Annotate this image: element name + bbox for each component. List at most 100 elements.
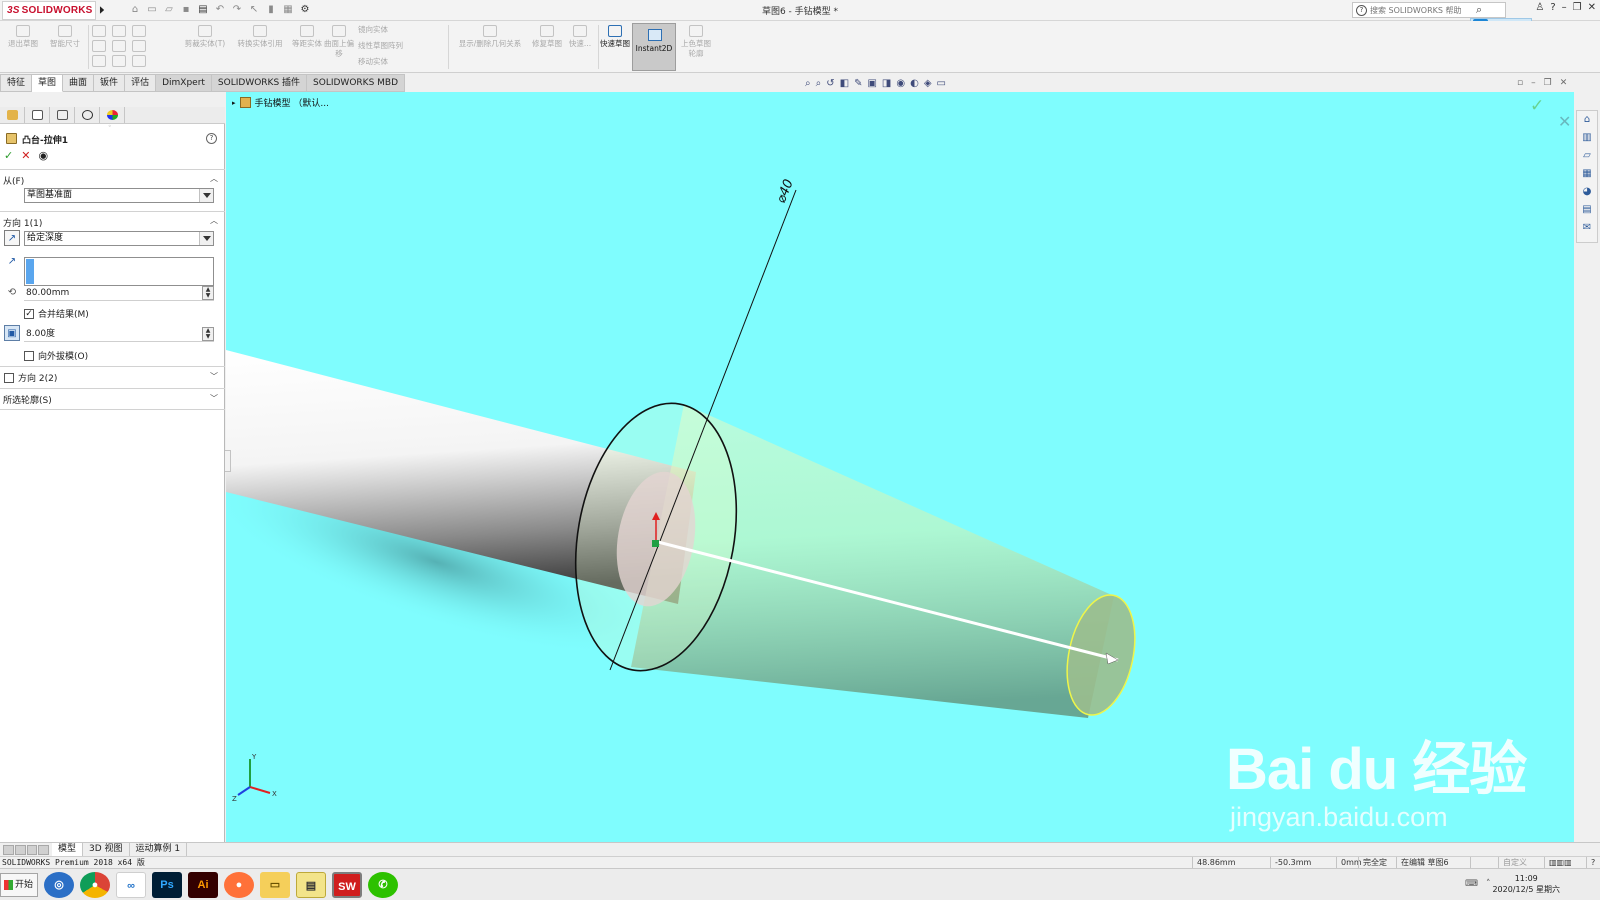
expand-arrow-icon[interactable]: ▸ <box>232 99 236 107</box>
tab-addins[interactable]: SOLIDWORKS 插件 <box>211 74 308 92</box>
quick-snaps-button[interactable]: 快速... <box>566 25 594 49</box>
smart-dimension-button[interactable]: 智能尺寸 <box>44 25 86 49</box>
print-icon[interactable]: ▤ <box>196 4 210 16</box>
previous-tab-icon[interactable] <box>14 845 26 855</box>
forum-icon[interactable]: ✉ <box>1577 219 1597 237</box>
unit-system-select[interactable]: 自定义 <box>1498 857 1542 868</box>
move-entities-button[interactable]: 移动实体 <box>358 57 438 67</box>
tab-features[interactable]: 特征 <box>0 74 33 92</box>
convert-entities-button[interactable]: 转换实体引用 <box>232 25 288 49</box>
design-library-icon[interactable]: ▥ <box>1577 129 1597 147</box>
offset-on-surface-button[interactable]: 曲面上偏移 <box>324 25 354 59</box>
tab-surfaces[interactable]: 曲面 <box>63 74 95 92</box>
shaded-sketch-contours-button[interactable]: 上色草图轮廓 <box>680 25 712 59</box>
help-search-box[interactable]: ? ⌕ <box>1352 2 1506 18</box>
mirror-entities-button[interactable]: 镜向实体 <box>358 25 438 35</box>
expand-chevron-icon[interactable]: ﹀ <box>210 373 218 381</box>
viewport-tile-icon[interactable]: ▫ <box>1517 78 1523 88</box>
reverse-direction-icon[interactable]: ↗ <box>4 230 20 246</box>
expand-chevron-icon[interactable]: ﹀ <box>210 395 218 403</box>
property-manager-tab[interactable] <box>25 107 50 123</box>
contours-group-header[interactable]: 所选轮廓(S) <box>3 393 52 406</box>
direction1-group-header[interactable]: 方向 1(1) <box>3 216 42 229</box>
rebuild-status-icon[interactable] <box>1470 857 1478 868</box>
tray-expand-icon[interactable]: ˄ <box>1486 879 1491 889</box>
keyboard-icon[interactable]: ⌨ <box>1465 879 1478 889</box>
depth-spinner-icon[interactable]: ▲ ▼ <box>202 286 214 300</box>
tab-mbd[interactable]: SOLIDWORKS MBD <box>307 74 406 92</box>
linear-pattern-button[interactable]: 线性草图阵列 <box>358 41 438 51</box>
zoom-to-fit-icon[interactable]: ⌕ <box>805 78 811 89</box>
detailed-preview-icon[interactable]: ◉ <box>38 149 48 165</box>
tab-sheet-metal[interactable]: 钣件 <box>94 74 126 92</box>
section-view-icon[interactable]: ◧ <box>840 78 849 89</box>
draft-outward-row[interactable]: 向外拔模(O) <box>24 349 88 362</box>
edit-appearance-icon[interactable]: ◐ <box>910 78 919 89</box>
direction-selection-box[interactable] <box>24 257 214 286</box>
minimize-icon[interactable]: – <box>1562 2 1567 13</box>
draft-angle-input[interactable]: 8.00度 ▲ ▼ <box>24 327 214 342</box>
hide-show-items-icon[interactable]: ◉ <box>896 78 905 89</box>
close-icon[interactable]: ✕ <box>1588 2 1596 13</box>
cancel-button[interactable]: ✕ <box>21 149 30 165</box>
zoom-to-area-icon[interactable]: ⌕ <box>816 78 822 89</box>
redo-icon[interactable]: ↷ <box>230 4 244 16</box>
chrome-icon[interactable]: ● <box>80 872 110 898</box>
tab-evaluate[interactable]: 评估 <box>125 74 157 92</box>
custom-properties-icon[interactable]: ▤ <box>1577 201 1597 219</box>
draft-spinner-icon[interactable]: ▲ ▼ <box>202 327 214 341</box>
solidworks-resources-icon[interactable]: ⌂ <box>1577 111 1597 129</box>
trim-entities-button[interactable]: 剪裁实体(T) <box>182 25 228 49</box>
help-search-input[interactable] <box>1370 5 1476 15</box>
undo-icon[interactable]: ↶ <box>213 4 227 16</box>
notepad-icon[interactable]: ▤ <box>296 872 326 898</box>
tab-model[interactable]: 模型 <box>52 843 84 856</box>
new-document-icon[interactable]: ▭ <box>145 4 159 16</box>
panel-splitter[interactable] <box>225 450 231 472</box>
view-settings-icon[interactable]: ▭ <box>937 78 946 89</box>
previous-view-icon[interactable]: ↺ <box>826 78 834 89</box>
browser-icon[interactable]: ◎ <box>44 872 74 898</box>
select-icon[interactable]: ↖ <box>247 4 261 16</box>
tab-3d-views[interactable]: 3D 视图 <box>83 843 130 856</box>
tab-motion-study[interactable]: 运动算例 1 <box>130 843 188 856</box>
menu-expand-icon[interactable] <box>99 6 105 14</box>
file-properties-icon[interactable]: ▦ <box>281 4 295 16</box>
file-explorer-icon[interactable]: ▱ <box>1577 147 1597 165</box>
diameter-dimension[interactable]: ⌀40 <box>774 177 797 205</box>
solidworks-logo[interactable]: 3S SOLIDWORKS <box>2 1 96 20</box>
collapse-chevron-icon[interactable]: ︿ <box>210 175 218 183</box>
dimxpert-manager-tab[interactable] <box>75 107 100 123</box>
status-help-icon[interactable]: ? <box>1586 857 1600 868</box>
appearances-icon[interactable]: ◕ <box>1577 183 1597 201</box>
dynamic-annotation-icon[interactable]: ✎ <box>854 78 862 89</box>
help-icon[interactable]: ? <box>206 133 217 144</box>
clock[interactable]: 11:09 2020/12/5 星期六 <box>1492 873 1560 895</box>
confirm-corner-cancel-icon[interactable]: ✕ <box>1558 112 1571 131</box>
tab-dimxpert[interactable]: DimXpert <box>156 74 212 92</box>
display-style-icon[interactable]: ◨ <box>882 78 891 89</box>
from-group-header[interactable]: 从(F) <box>3 174 24 187</box>
panel-grip[interactable]: ◦ <box>108 124 114 130</box>
first-tab-icon[interactable] <box>3 845 14 855</box>
baidu-netdisk-icon[interactable]: ∞ <box>116 872 146 898</box>
last-tab-icon[interactable] <box>38 845 49 855</box>
illustrator-icon[interactable]: Ai <box>188 872 218 898</box>
from-select[interactable]: 草图基准面 <box>24 188 214 203</box>
photoshop-icon[interactable]: Ps <box>152 872 182 898</box>
apply-scene-icon[interactable]: ◈ <box>924 78 932 89</box>
draft-outward-checkbox[interactable] <box>24 350 34 361</box>
merge-result-row[interactable]: ✓ 合并结果(M) <box>24 307 89 320</box>
feature-manager-tab[interactable] <box>0 107 25 123</box>
tab-sketch[interactable]: 草图 <box>32 74 64 92</box>
depth-input[interactable]: 80.00mm ▲ ▼ <box>24 286 214 301</box>
view-orientation-icon[interactable]: ▣ <box>867 78 876 89</box>
display-relations-button[interactable]: 显示/删除几何关系 <box>452 25 528 49</box>
home-icon[interactable]: ⌂ <box>128 4 142 16</box>
solidworks-taskbar-icon[interactable]: SW <box>332 872 362 898</box>
ok-button[interactable]: ✓ <box>4 149 13 165</box>
graphics-area[interactable]: ⌀40 Y X Z Bai du 经验 jingyan.baidu.com <box>226 92 1574 842</box>
rapid-sketch-button[interactable]: 快速草图 <box>600 25 630 49</box>
offset-entities-button[interactable]: 等距实体 <box>292 25 322 49</box>
explorer-icon[interactable]: ▭ <box>260 872 290 898</box>
